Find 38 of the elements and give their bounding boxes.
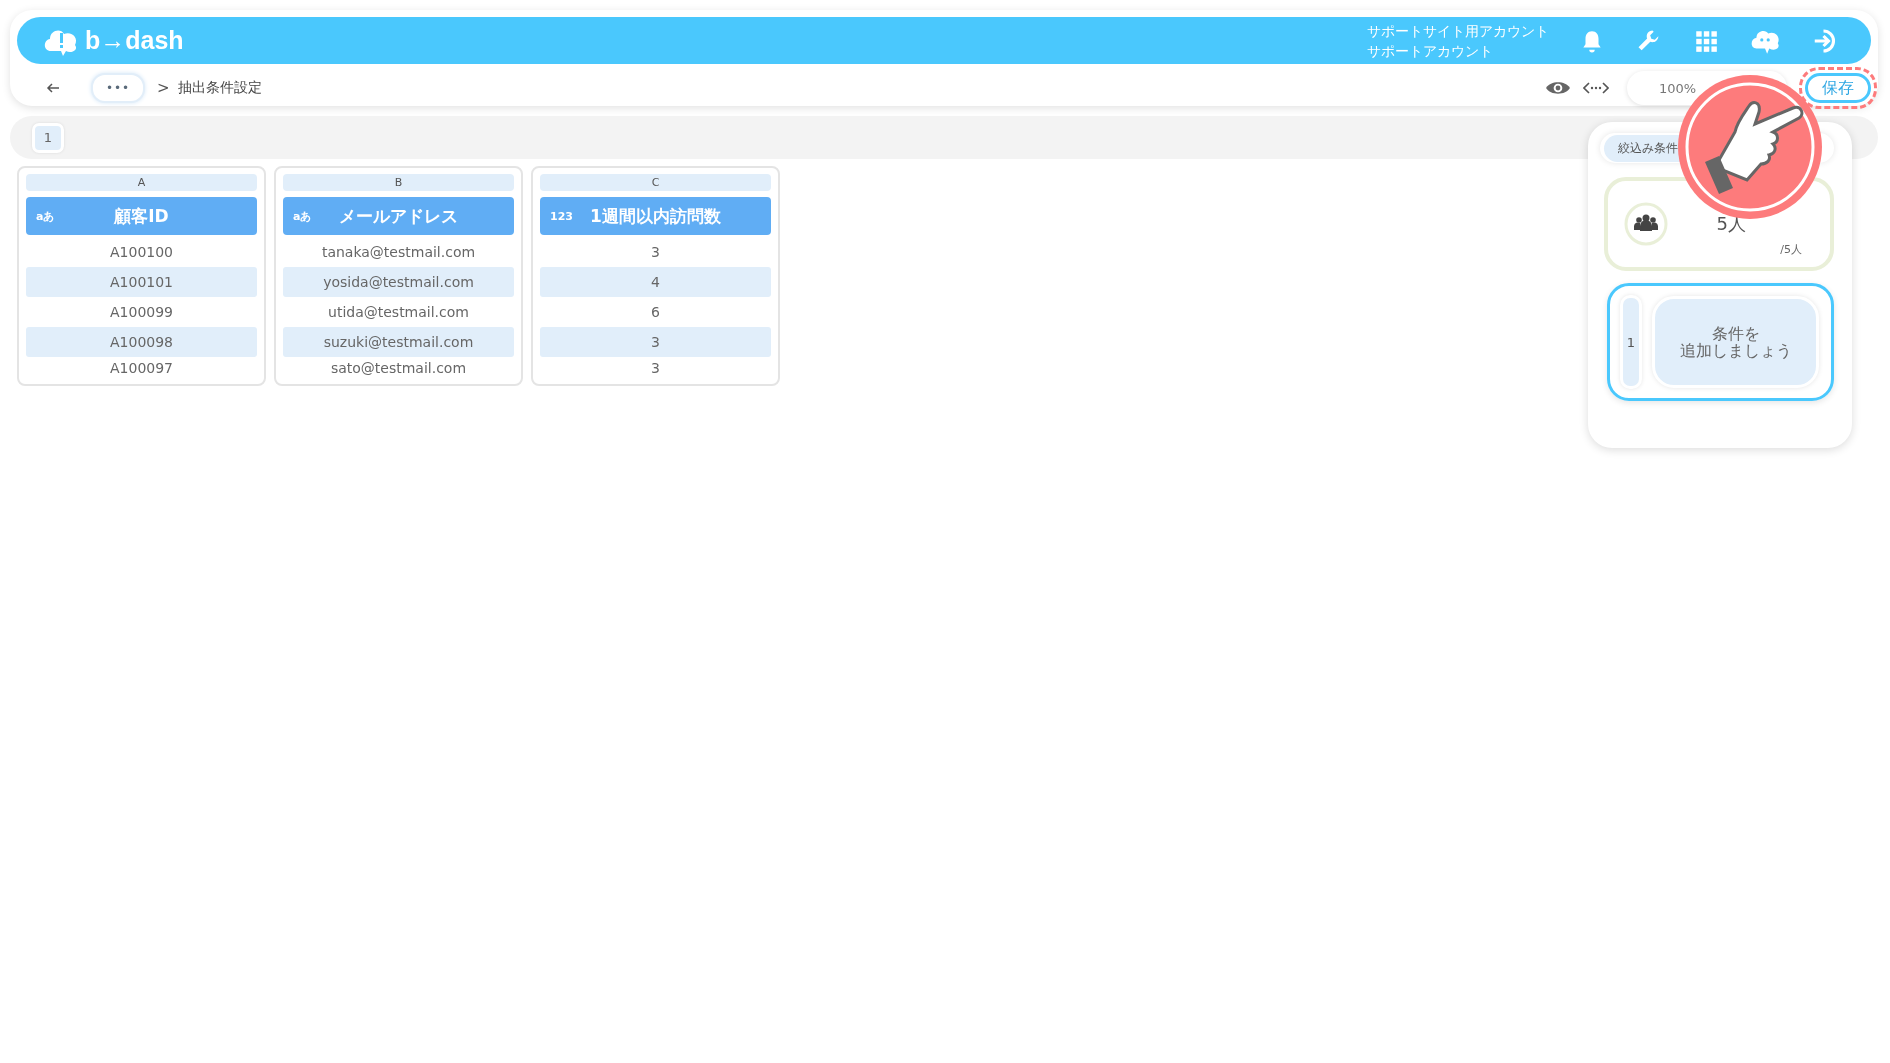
column-letter[interactable]: B [283,174,514,191]
column-title: 1週間以内訪問数 [590,204,721,228]
data-type-label: aあ [293,208,313,224]
people-icon [1624,202,1668,246]
column-letter[interactable]: A [26,174,257,191]
table-cell: A100101 [26,267,257,297]
data-type-label: aあ [36,208,56,224]
breadcrumb-current: 抽出条件設定 [177,79,262,97]
add-condition-button[interactable]: 条件を 追加しましょう [1652,296,1819,388]
data-type-label: 123 [550,209,574,223]
table-cell: 3 [540,327,771,357]
table-cell-text: 3 [650,359,661,378]
table-cell: A100098 [26,327,257,357]
table-cell-text: utida@testmail.com [327,303,470,322]
column-letter[interactable]: C [540,174,771,191]
table-cell-text: 3 [650,243,661,262]
save-button[interactable]: 保存 [1805,73,1871,103]
sheet-tab[interactable]: 1 [32,122,64,153]
table-cell-text: 6 [650,303,661,322]
condition-number: 1 [1620,295,1642,389]
column-title: メールアドレス [338,204,459,228]
table-cell-text: tanaka@testmail.com [320,243,477,262]
table-cell: suzuki@testmail.com [283,327,514,357]
column-title: 顧客ID [113,204,170,228]
table-cell: 4 [540,267,771,297]
table-cell-text: A100100 [109,243,174,262]
more-button[interactable]: ••• [91,73,145,103]
table-cell-text: A100097 [109,359,174,378]
table-cell: yosida@testmail.com [283,267,514,297]
result-count: 5人 [1716,211,1746,236]
table-cell-text: A100099 [109,303,174,322]
eye-icon[interactable] [1545,79,1571,97]
code-arrows-icon[interactable] [1583,81,1609,95]
zoom-field[interactable]: 100% [1627,71,1787,105]
breadcrumb-separator: > [157,79,170,97]
table-cell-text: sato@testmail.com [329,359,468,378]
total-count: /5人 [1780,241,1802,257]
logo-text: b→dash [85,26,184,55]
